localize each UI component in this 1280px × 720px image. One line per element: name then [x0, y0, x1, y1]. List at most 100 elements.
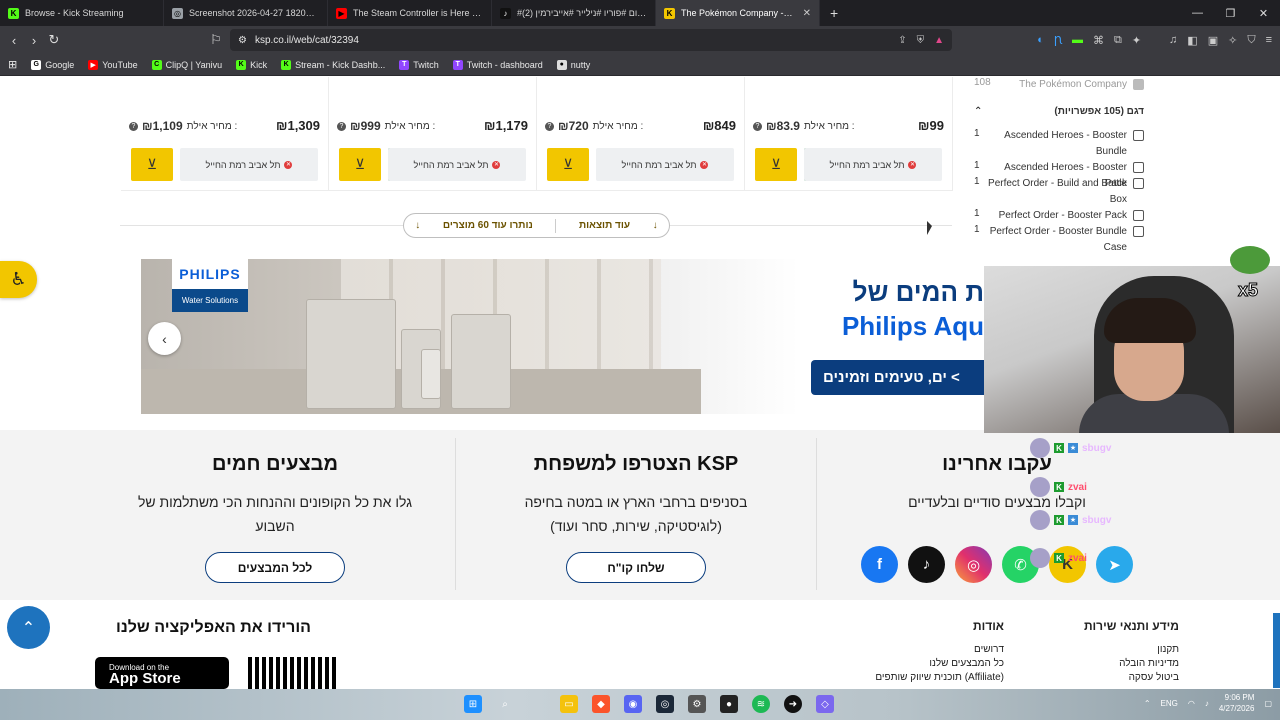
- facebook-icon[interactable]: f: [861, 546, 898, 583]
- bookmark-icon[interactable]: ⚐: [206, 32, 226, 48]
- new-tab-button[interactable]: +: [820, 5, 848, 21]
- extension-icon[interactable]: ◐: [1037, 34, 1044, 46]
- close-tab-icon[interactable]: ✕: [803, 8, 811, 19]
- language-indicator[interactable]: ENG: [1161, 699, 1178, 708]
- side-widget[interactable]: [1273, 613, 1280, 688]
- extension-icon[interactable]: ▬: [1072, 34, 1083, 46]
- windows-start-icon[interactable]: ⊞: [464, 695, 482, 713]
- leo-icon[interactable]: ✧: [1228, 34, 1237, 47]
- bookmark-item[interactable]: T Twitch - dashboard: [452, 59, 543, 70]
- app-icon[interactable]: ◇: [816, 695, 834, 713]
- filter-brand-row[interactable]: 108 The Pokémon Company: [974, 77, 1144, 93]
- minimize-button[interactable]: —: [1181, 0, 1214, 26]
- filter-option[interactable]: 1 Perfect Order - Booster Pack: [974, 208, 1144, 224]
- vpn-icon[interactable]: ⛉: [1247, 34, 1255, 47]
- footer-link[interactable]: תוכנית שיווק שותפים (Affiliate): [875, 671, 1004, 685]
- obs-icon[interactable]: ●: [720, 695, 738, 713]
- store-availability[interactable]: תל אביב רמת החייל ✕: [804, 148, 942, 181]
- rewards-icon[interactable]: ▲: [934, 35, 944, 46]
- bookmark-item[interactable]: ▶ YouTube: [88, 59, 138, 70]
- extension-icon[interactable]: ⌘: [1093, 34, 1104, 47]
- filter-option[interactable]: 1 Ascended Heroes - Booster Bundle: [974, 128, 1144, 160]
- task-view-icon[interactable]: [528, 695, 546, 713]
- add-to-cart-button[interactable]: ⊻: [547, 148, 589, 181]
- share-icon[interactable]: ⇪: [898, 35, 906, 46]
- accessibility-button[interactable]: ♿: [0, 261, 37, 298]
- add-to-cart-button[interactable]: ⊻: [339, 148, 381, 181]
- banner-cta[interactable]: ים, טעימים וזמינים <: [811, 360, 984, 395]
- file-explorer-icon[interactable]: ▭: [560, 695, 578, 713]
- brave-icon[interactable]: ◆: [592, 695, 610, 713]
- back-icon[interactable]: ‹: [4, 33, 24, 48]
- filter-section-title[interactable]: ⌃ דגם (105 אפשרויות): [974, 106, 1144, 117]
- browser-tab[interactable]: ◎ Screenshot 2026-04-27 182013.png: [164, 0, 328, 26]
- app-icon[interactable]: ➜: [784, 695, 802, 713]
- site-settings-icon[interactable]: ⚙: [238, 35, 247, 46]
- browser-tab[interactable]: ♪ #אורגב #ביינום #פוריו #נילייר #אייבירמי…: [492, 0, 656, 26]
- media-icon[interactable]: ♫: [1169, 34, 1177, 46]
- checkbox[interactable]: [1133, 226, 1144, 237]
- wallet-icon[interactable]: ▣: [1208, 34, 1218, 47]
- settings-icon[interactable]: ⚙: [688, 695, 706, 713]
- bookmark-item[interactable]: K Stream - Kick Dashb...: [281, 59, 385, 70]
- app-store-badge[interactable]: Download on the App Store: [95, 657, 229, 689]
- chevron-up-icon[interactable]: ⌃: [1144, 699, 1151, 708]
- help-icon[interactable]: ?: [545, 121, 554, 131]
- address-bar[interactable]: ⚙ ksp.co.il/web/cat/32394 ⇪ ⛨ ▲: [230, 29, 952, 51]
- clock[interactable]: 9:06 PM 4/27/2026: [1219, 692, 1255, 714]
- extension-icon[interactable]: ⧉: [1114, 34, 1122, 47]
- discord-icon[interactable]: ◉: [624, 695, 642, 713]
- store-availability[interactable]: תל אביב רמת החייל ✕: [388, 148, 526, 181]
- add-to-cart-button[interactable]: ⊻: [131, 148, 173, 181]
- filter-option[interactable]: 1 Perfect Order - Build and Battle Box: [974, 176, 1144, 208]
- store-availability[interactable]: תל אביב רמת החייל ✕: [596, 148, 734, 181]
- notification-icon[interactable]: ▢: [1264, 699, 1272, 708]
- restore-button[interactable]: ❐: [1214, 0, 1247, 26]
- carousel-prev-button[interactable]: ‹: [148, 322, 181, 355]
- search-icon[interactable]: ⌕: [496, 695, 514, 713]
- bookmark-item[interactable]: C ClipQ | Yanivu: [151, 59, 222, 70]
- volume-icon[interactable]: ♪: [1205, 699, 1209, 708]
- browser-tab[interactable]: K Browse - Kick Streaming: [0, 0, 164, 26]
- apps-grid-icon[interactable]: ⊞: [8, 58, 17, 71]
- bookmark-item[interactable]: T Twitch: [399, 59, 439, 70]
- checkbox[interactable]: [1133, 178, 1144, 189]
- bookmark-item[interactable]: G Google: [31, 59, 74, 70]
- extensions-puzzle-icon[interactable]: ✦: [1132, 34, 1141, 47]
- spotify-icon[interactable]: ≋: [752, 695, 770, 713]
- forward-icon[interactable]: ›: [24, 33, 44, 48]
- tiktok-icon[interactable]: ♪: [908, 546, 945, 583]
- store-availability[interactable]: תל אביב רמת החייל ✕: [180, 148, 318, 181]
- footer-link[interactable]: כל המבצעים שלנו: [875, 657, 1004, 671]
- instagram-icon[interactable]: ◎: [955, 546, 992, 583]
- help-icon[interactable]: ?: [129, 121, 138, 131]
- scroll-to-top-button[interactable]: ⌃: [7, 606, 50, 649]
- bookmark-item[interactable]: ● nutty: [556, 59, 590, 70]
- filter-option[interactable]: 1 Perfect Order - Booster Bundle Case: [974, 224, 1144, 256]
- menu-icon[interactable]: ≡: [1266, 34, 1272, 46]
- sidebar-icon[interactable]: ◧: [1187, 34, 1197, 47]
- wifi-icon[interactable]: ◠: [1188, 699, 1195, 708]
- checkbox[interactable]: [1133, 79, 1144, 90]
- steam-icon[interactable]: ◎: [656, 695, 674, 713]
- extension-icon[interactable]: Ꞃ: [1054, 34, 1062, 47]
- load-more-button[interactable]: ↓ נותרו עוד 60 מוצרים עוד תוצאות ↓: [403, 213, 670, 238]
- checkbox[interactable]: [1133, 162, 1144, 173]
- footer-link[interactable]: דרושים: [875, 643, 1004, 657]
- help-icon[interactable]: ?: [337, 121, 346, 131]
- close-window-button[interactable]: ✕: [1247, 0, 1280, 26]
- footer-link[interactable]: תקנון: [1084, 643, 1179, 657]
- help-icon[interactable]: ?: [753, 121, 762, 131]
- checkbox[interactable]: [1133, 130, 1144, 141]
- add-to-cart-button[interactable]: ⊻: [755, 148, 797, 181]
- browser-tab[interactable]: ▶ The Steam Controller is Here - YouTu: [328, 0, 492, 26]
- send-cv-button[interactable]: שלחו קו"ח: [566, 552, 706, 583]
- chevron-up-icon[interactable]: ⌃: [974, 106, 982, 117]
- shield-icon[interactable]: ⛨: [917, 35, 925, 46]
- reload-icon[interactable]: ↻: [44, 32, 64, 48]
- promo-banner[interactable]: PHILIPS Water Solutions ‹ ת המים של Phil…: [141, 259, 984, 414]
- browser-tab[interactable]: K The Pokémon Company -ב KSP ✕: [656, 0, 820, 26]
- checkbox[interactable]: [1133, 210, 1144, 221]
- all-deals-button[interactable]: לכל המבצעים: [205, 552, 345, 583]
- footer-link[interactable]: ביטול עסקה: [1084, 671, 1179, 685]
